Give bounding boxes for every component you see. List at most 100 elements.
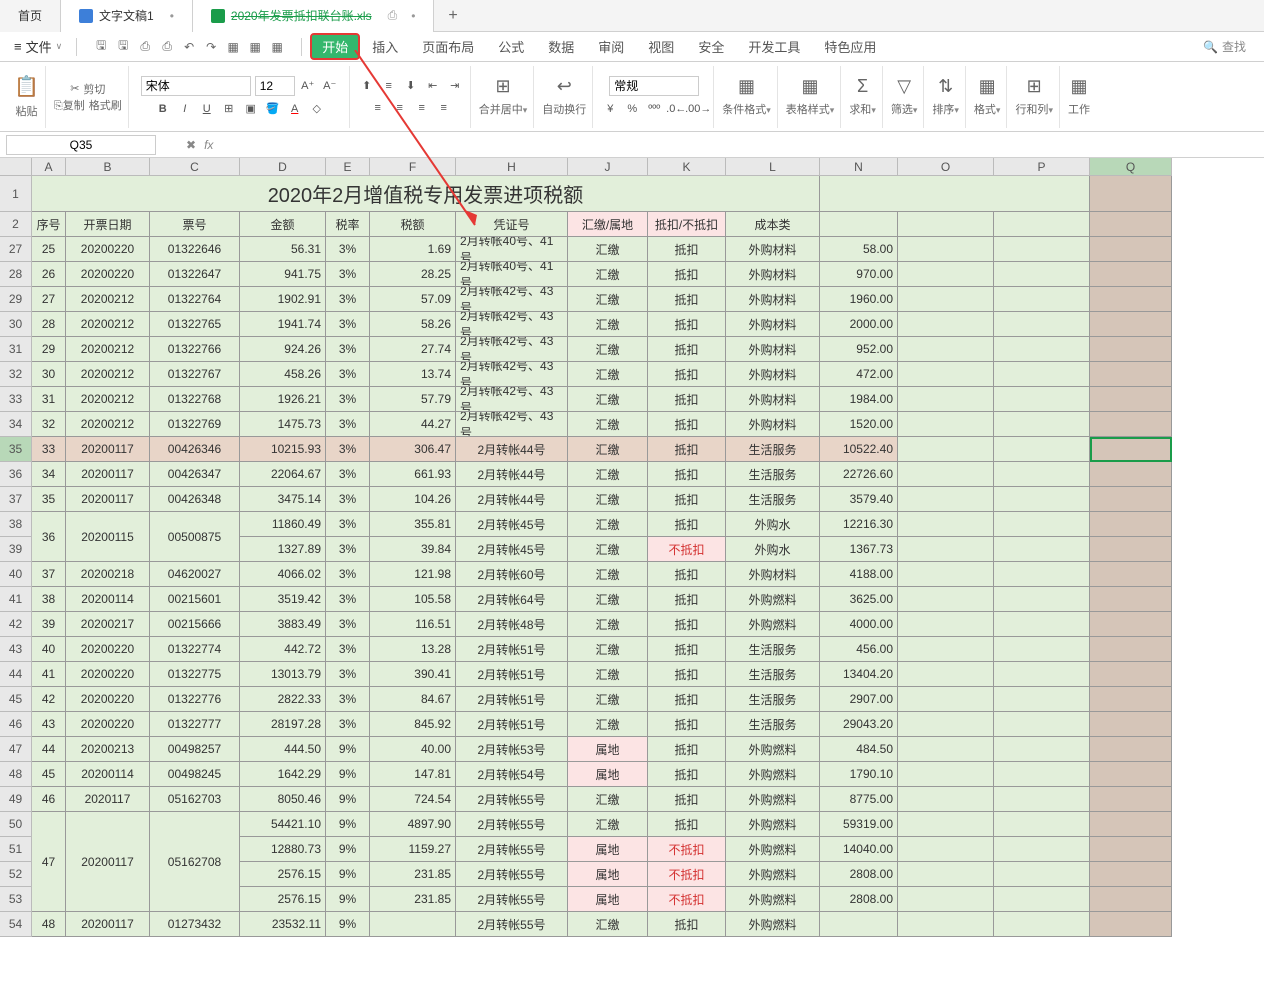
data-cell[interactable]: 1642.29 — [240, 762, 326, 787]
data-cell[interactable]: 31 — [32, 387, 66, 412]
row-header-32[interactable]: 32 — [0, 362, 32, 387]
indent-right-icon[interactable]: ⇥ — [446, 77, 464, 95]
data-cell[interactable]: 56.31 — [240, 237, 326, 262]
data-cell[interactable]: 01322776 — [150, 687, 240, 712]
data-cell[interactable]: 3% — [326, 437, 370, 462]
empty-cell[interactable] — [1090, 312, 1172, 337]
data-cell[interactable]: 2907.00 — [820, 687, 898, 712]
data-cell[interactable]: 01322777 — [150, 712, 240, 737]
data-cell[interactable]: 汇缴 — [568, 387, 648, 412]
border-button[interactable]: ⊞ — [220, 100, 238, 118]
empty-cell[interactable] — [898, 862, 994, 887]
data-cell[interactable]: 231.85 — [370, 887, 456, 912]
sort-button[interactable]: ⇅ 排序▾ — [932, 76, 959, 117]
empty-cell[interactable] — [898, 312, 994, 337]
data-cell[interactable]: 3579.40 — [820, 487, 898, 512]
rowcol-button[interactable]: ⊞ 行和列▾ — [1015, 76, 1053, 117]
data-cell[interactable]: 390.41 — [370, 662, 456, 687]
empty-cell[interactable] — [1090, 337, 1172, 362]
data-cell[interactable]: 1.69 — [370, 237, 456, 262]
row-header-52[interactable]: 52 — [0, 862, 32, 887]
data-cell[interactable]: 属地 — [568, 862, 648, 887]
data-cell[interactable]: 外购燃料 — [726, 762, 820, 787]
data-cell[interactable]: 22064.67 — [240, 462, 326, 487]
undo-icon[interactable]: ↶ — [181, 39, 197, 55]
data-cell[interactable]: 14040.00 — [820, 837, 898, 862]
data-cell[interactable]: 13.28 — [370, 637, 456, 662]
empty-cell[interactable] — [994, 762, 1090, 787]
data-cell[interactable]: 661.93 — [370, 462, 456, 487]
col-header-E[interactable]: E — [326, 158, 370, 176]
data-cell[interactable]: 00215601 — [150, 587, 240, 612]
data-cell[interactable]: 生活服务 — [726, 462, 820, 487]
data-cell[interactable]: 抵扣 — [648, 287, 726, 312]
data-cell[interactable]: 952.00 — [820, 337, 898, 362]
data-cell[interactable]: 11860.49 — [240, 512, 326, 537]
data-cell[interactable]: 外购材料 — [726, 562, 820, 587]
empty-cell[interactable] — [994, 262, 1090, 287]
data-cell[interactable]: 外购燃料 — [726, 812, 820, 837]
empty-cell[interactable] — [1090, 537, 1172, 562]
col-header-N[interactable]: N — [820, 158, 898, 176]
empty-cell[interactable] — [994, 887, 1090, 912]
empty-cell[interactable] — [898, 637, 994, 662]
data-cell[interactable]: 22726.60 — [820, 462, 898, 487]
data-cell[interactable]: 2576.15 — [240, 887, 326, 912]
data-cell[interactable]: 40 — [32, 637, 66, 662]
col-header-C[interactable]: C — [150, 158, 240, 176]
data-cell[interactable]: 汇缴 — [568, 512, 648, 537]
format-painter-button[interactable]: 格式刷 — [89, 97, 122, 113]
data-cell[interactable]: 00426348 — [150, 487, 240, 512]
active-cell[interactable] — [1090, 437, 1172, 462]
empty-cell[interactable] — [994, 337, 1090, 362]
empty-cell[interactable] — [1090, 687, 1172, 712]
row-header-41[interactable]: 41 — [0, 587, 32, 612]
data-cell[interactable]: 外购燃料 — [726, 887, 820, 912]
empty-cell[interactable] — [820, 212, 898, 237]
data-cell[interactable]: 9% — [326, 762, 370, 787]
data-cell[interactable]: 生活服务 — [726, 712, 820, 737]
data-cell[interactable]: 20200220 — [66, 637, 150, 662]
worksheet-button[interactable]: ▦ 工作 — [1068, 76, 1090, 117]
data-cell[interactable]: 抵扣 — [648, 587, 726, 612]
col-header-D[interactable]: D — [240, 158, 326, 176]
data-cell[interactable]: 43 — [32, 712, 66, 737]
data-cell[interactable]: 抵扣 — [648, 237, 726, 262]
empty-cell[interactable] — [994, 787, 1090, 812]
data-cell[interactable]: 472.00 — [820, 362, 898, 387]
data-cell[interactable]: 104.26 — [370, 487, 456, 512]
data-cell[interactable]: 01322646 — [150, 237, 240, 262]
more-icon[interactable]: ▦ — [269, 39, 285, 55]
col-header-L[interactable]: L — [726, 158, 820, 176]
data-cell[interactable]: 20200117 — [66, 462, 150, 487]
data-cell[interactable]: 4000.00 — [820, 612, 898, 637]
data-cell[interactable]: 3625.00 — [820, 587, 898, 612]
data-cell[interactable]: 9% — [326, 912, 370, 937]
data-cell[interactable]: 01322767 — [150, 362, 240, 387]
header-cell[interactable]: 税额 — [370, 212, 456, 237]
data-cell[interactable]: 84.67 — [370, 687, 456, 712]
data-cell[interactable]: 44 — [32, 737, 66, 762]
row-header-42[interactable]: 42 — [0, 612, 32, 637]
data-cell[interactable]: 2月转帐40号、41号 — [456, 262, 568, 287]
align-left-icon[interactable]: ≡ — [369, 99, 387, 117]
empty-cell[interactable] — [994, 687, 1090, 712]
data-cell[interactable]: 13404.20 — [820, 662, 898, 687]
data-cell[interactable]: 抵扣 — [648, 437, 726, 462]
data-cell[interactable]: 3% — [326, 312, 370, 337]
row-header-51[interactable]: 51 — [0, 837, 32, 862]
empty-cell[interactable] — [898, 537, 994, 562]
data-cell[interactable]: 2月转帐60号 — [456, 562, 568, 587]
data-cell[interactable] — [370, 912, 456, 937]
data-cell[interactable]: 1902.91 — [240, 287, 326, 312]
data-cell[interactable]: 01322766 — [150, 337, 240, 362]
empty-cell[interactable] — [994, 512, 1090, 537]
data-cell[interactable]: 3% — [326, 287, 370, 312]
data-cell[interactable]: 2月转帐64号 — [456, 587, 568, 612]
empty-cell[interactable] — [1090, 487, 1172, 512]
data-cell[interactable]: 2月转帐42号、43号 — [456, 387, 568, 412]
align-top-icon[interactable]: ⬆ — [358, 77, 376, 95]
data-cell[interactable]: 29043.20 — [820, 712, 898, 737]
empty-cell[interactable] — [994, 237, 1090, 262]
data-cell[interactable]: 2月转帐51号 — [456, 637, 568, 662]
